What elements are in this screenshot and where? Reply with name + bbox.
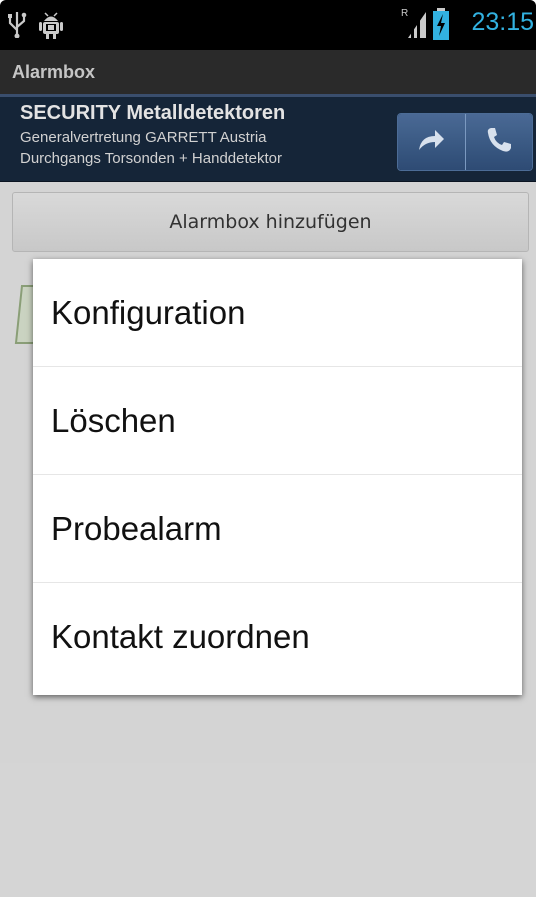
context-menu-dialog: Konfiguration Löschen Probealarm Kontakt… — [33, 259, 522, 695]
menu-item-loeschen[interactable]: Löschen — [33, 367, 522, 475]
menu-item-kontakt-zuordnen[interactable]: Kontakt zuordnen — [33, 583, 522, 691]
screen: R 23:15 Alarmbox SECURITY Metalldetektor… — [0, 0, 536, 897]
menu-item-probealarm[interactable]: Probealarm — [33, 475, 522, 583]
menu-item-konfiguration[interactable]: Konfiguration — [33, 259, 522, 367]
